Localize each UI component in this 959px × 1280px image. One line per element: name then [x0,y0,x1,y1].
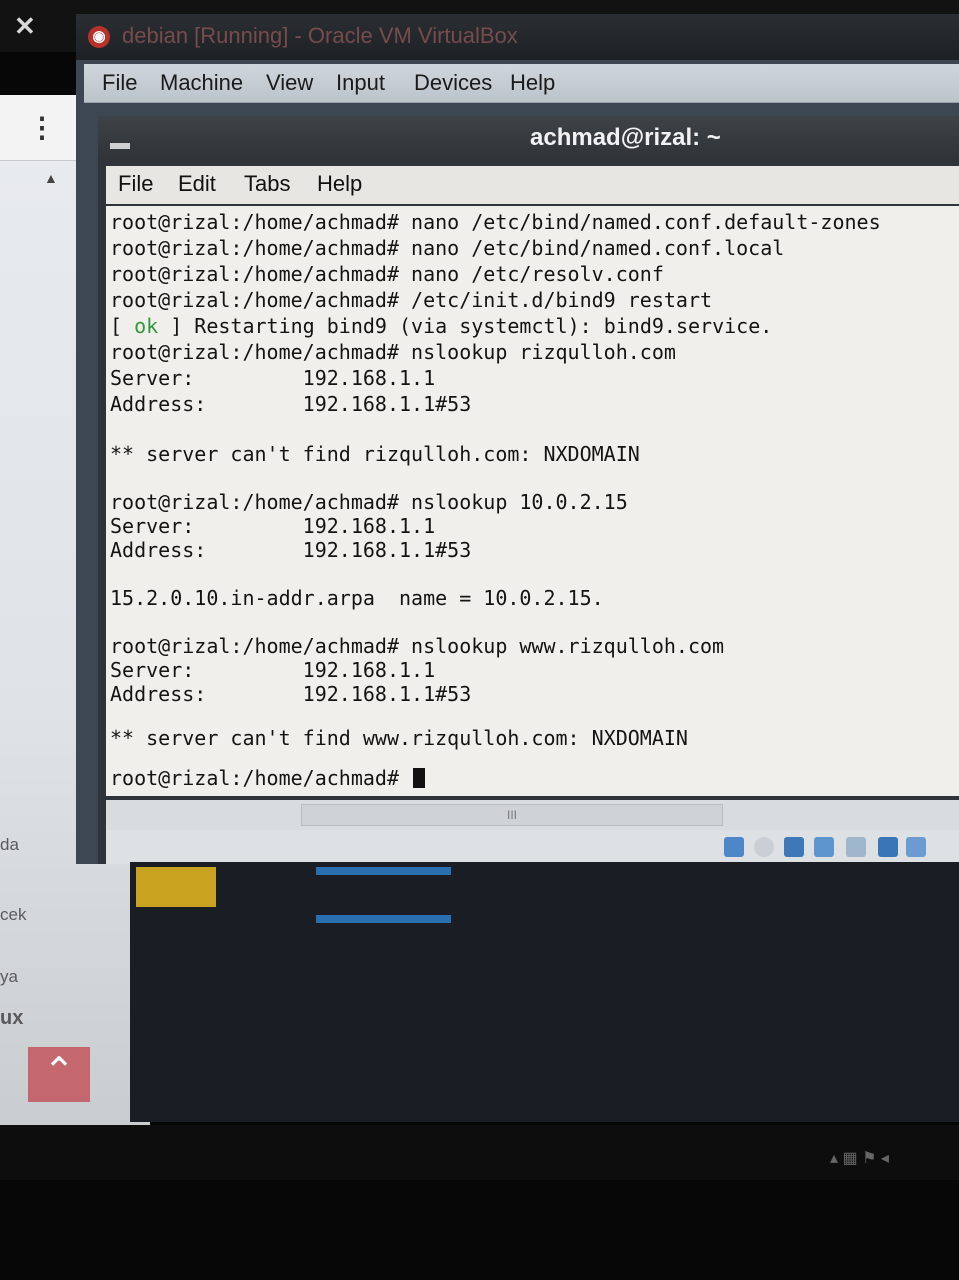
window-title: debian [Running] - Oracle VM VirtualBox [122,23,518,48]
terminal-line: Server: 192.168.1.1 [110,514,436,538]
terminal-line-ok: [ ok ] Restarting bind9 (via systemctl):… [110,314,773,338]
terminal-line: ** server can't find rizqulloh.com: NXDO… [110,442,640,466]
window-menu-icon[interactable]: ▬ [110,132,130,155]
terminal-titlebar: ▬ achmad@rizal: ~ [98,116,959,162]
close-icon[interactable]: ✕ [14,12,36,40]
flag-tray-icon[interactable]: ⚑ [862,1150,876,1167]
terminal-prompt: root@rizal:/home/achmad# [110,766,412,790]
scroll-up-arrow-icon[interactable]: ▲ [44,170,58,186]
display-icon[interactable] [878,837,898,857]
terminal-line: root@rizal:/home/achmad# /etc/init.d/bin… [110,288,713,312]
hard-disk-icon[interactable] [724,837,744,857]
terminal-title: achmad@rizal: ~ [530,124,721,151]
terminal-line: Server: 192.168.1.1 [110,366,436,390]
horizontal-scrollbar[interactable]: III [106,800,959,830]
network-tray-icon[interactable]: ▦ [842,1150,857,1167]
scrollbar-thumb[interactable]: III [301,804,723,826]
terminal-menu-help[interactable]: Help [317,171,362,197]
volume-tray-icon[interactable]: ◂ [881,1150,889,1167]
shared-folders-icon[interactable] [846,837,866,857]
menu-machine[interactable]: Machine [160,70,243,96]
terminal-line: root@rizal:/home/achmad# nslookup www.ri… [110,634,725,658]
terminal-line: Address: 192.168.1.1#53 [110,392,472,416]
terminal-menu-tabs[interactable]: Tabs [244,171,290,197]
virtualbox-menubar: File Machine View Input Devices Help [84,64,959,103]
side-text: ux [0,1007,24,1029]
usb-icon[interactable] [814,837,834,857]
network-icon[interactable] [784,837,804,857]
host-taskbar [0,1125,959,1180]
text-cursor [413,768,426,788]
terminal-line: 15.2.0.10.in-addr.arpa name = 10.0.2.15. [110,586,604,610]
menu-view[interactable]: View [266,70,313,96]
tray-arrow-icon[interactable]: ▴ [830,1150,838,1167]
menu-file[interactable]: File [102,70,137,96]
terminal-line: root@rizal:/home/achmad# nslookup 10.0.2… [110,490,628,514]
terminal-line: Address: 192.168.1.1#53 [110,538,472,562]
menu-help[interactable]: Help [510,70,555,96]
recording-icon[interactable] [906,837,926,857]
desktop-logo-shape [136,867,216,907]
guest-display[interactable]: ▬ achmad@rizal: ~ File Edit Tabs Help ro… [98,116,959,864]
terminal-line: root@rizal:/home/achmad# nslookup rizqul… [110,340,676,364]
terminal-output[interactable]: root@rizal:/home/achmad# nano /etc/bind/… [106,206,959,796]
virtualbox-window: ◉ debian [Running] - Oracle VM VirtualBo… [76,14,959,864]
terminal-line: Server: 192.168.1.1 [110,658,436,682]
virtualbox-app-icon: ◉ [88,26,110,48]
terminal-prompt-line[interactable]: root@rizal:/home/achmad# [110,766,426,790]
terminal-menu-file[interactable]: File [118,171,153,197]
virtualbox-statusbar [106,830,959,864]
virtualbox-titlebar: ◉ debian [Running] - Oracle VM VirtualBo… [76,14,959,60]
terminal-line: root@rizal:/home/achmad# nano /etc/bind/… [110,236,785,260]
menu-input[interactable]: Input [336,70,385,96]
side-text: ya [0,967,18,986]
kebab-menu-icon[interactable]: ⋮ [28,113,56,143]
terminal-line: Address: 192.168.1.1#53 [110,682,472,706]
guest-desktop [130,862,959,1122]
menu-devices[interactable]: Devices [414,70,492,96]
terminal-menu-edit[interactable]: Edit [178,171,216,197]
side-text: cek [0,905,27,924]
terminal-line: root@rizal:/home/achmad# nano /etc/bind/… [110,210,881,234]
system-tray: ▴ ▦ ⚑ ◂ [830,1148,889,1168]
back-to-top-button[interactable]: ⌃ [28,1047,90,1102]
side-text: da [0,835,19,854]
desktop-logo-shape [316,867,451,923]
terminal-menubar: File Edit Tabs Help [106,166,959,204]
terminal-line: root@rizal:/home/achmad# nano /etc/resol… [110,262,664,286]
optical-drive-icon[interactable] [754,837,774,857]
terminal-line: ** server can't find www.rizqulloh.com: … [110,726,688,750]
